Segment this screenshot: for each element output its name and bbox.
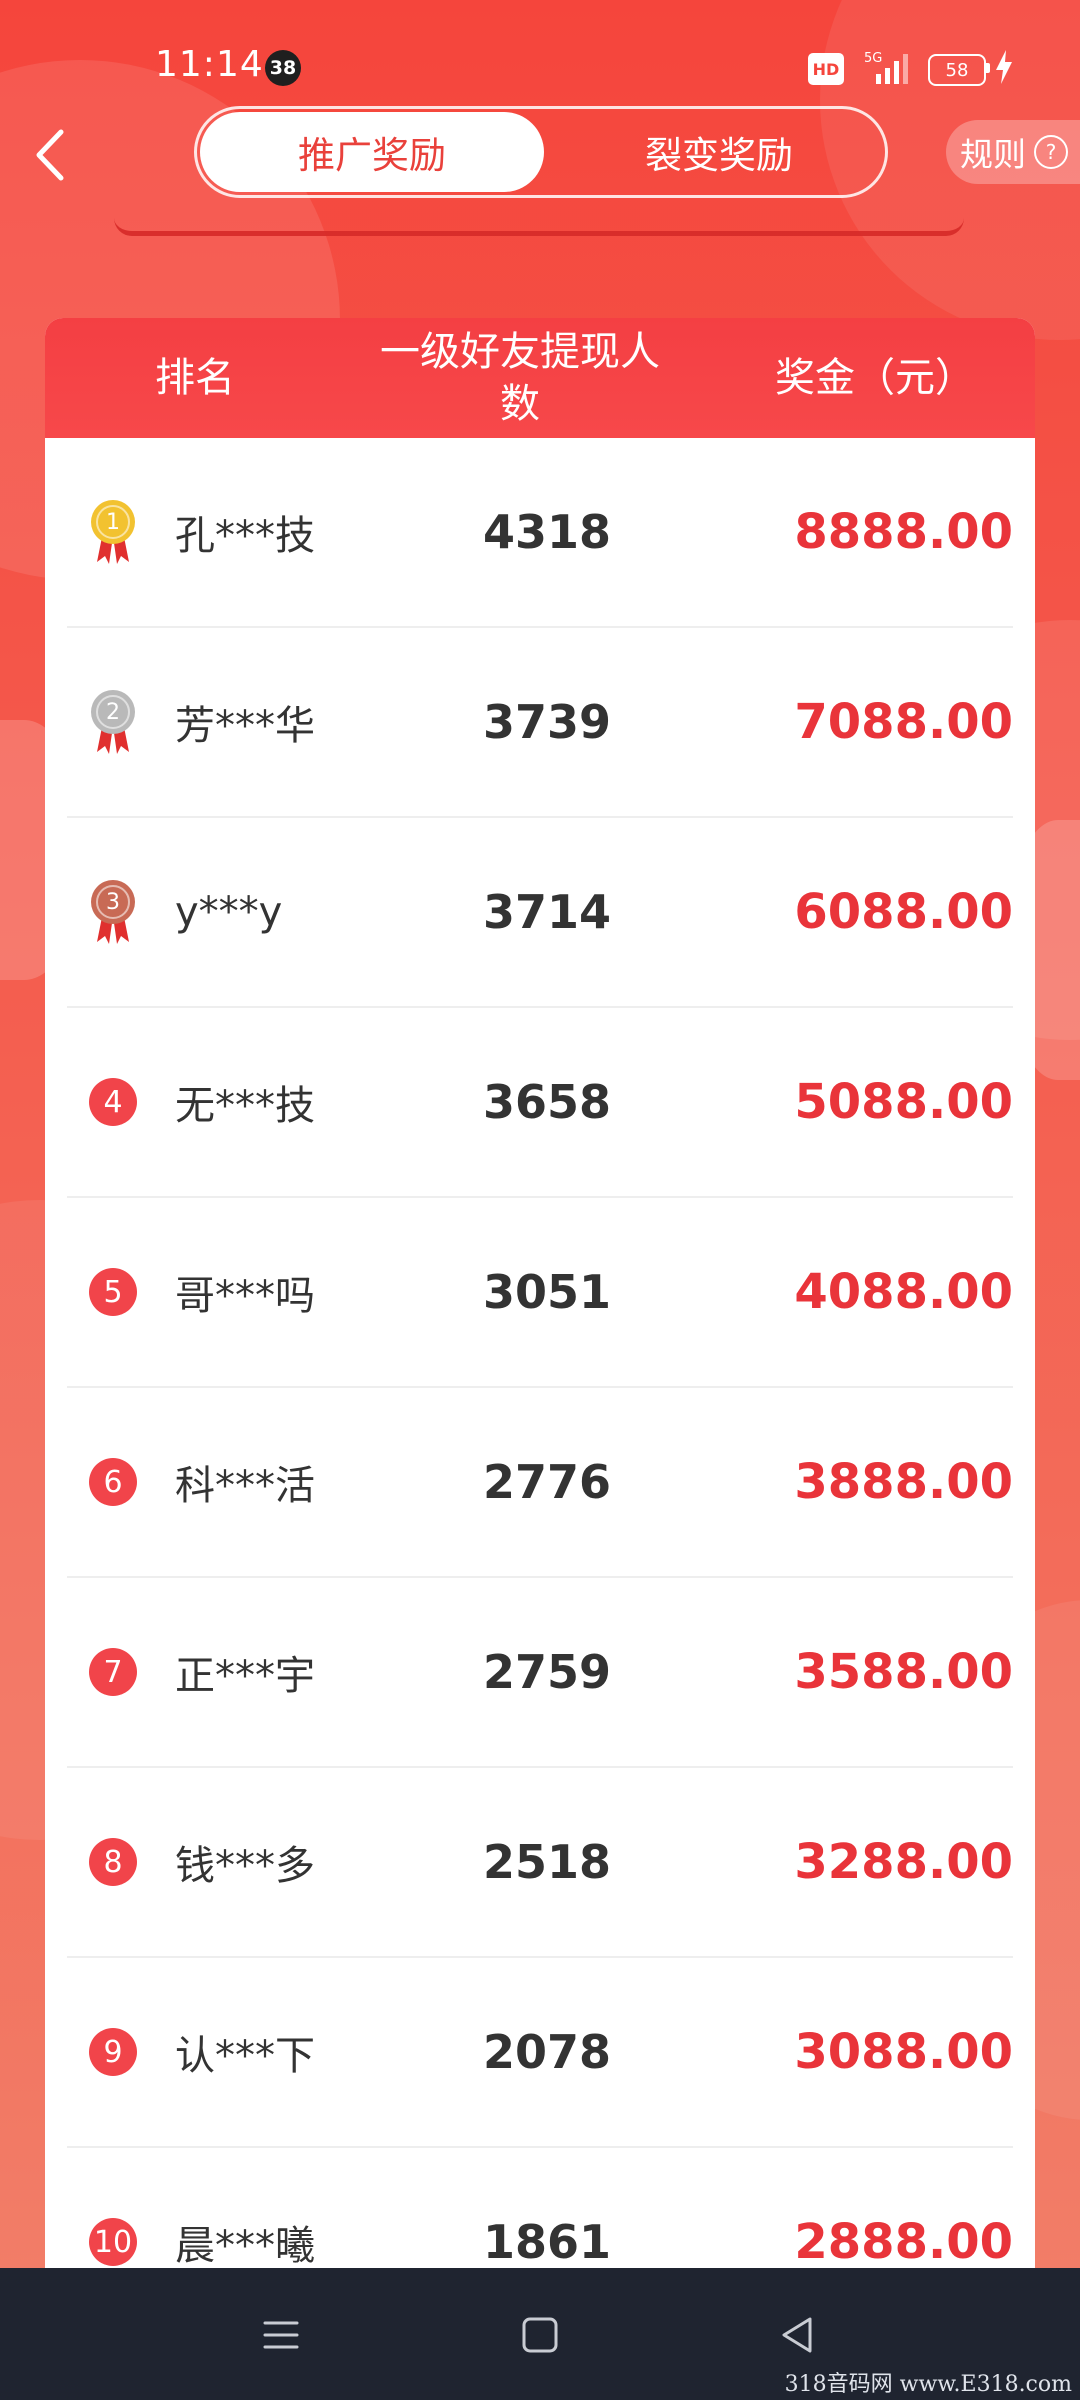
user-name: 认***下 (175, 2033, 315, 2079)
friend-count: 3658 (482, 1075, 612, 1129)
bonus-amount: 3088.00 (794, 2024, 1013, 2080)
friend-count: 2518 (482, 1835, 612, 1889)
rank-number: 10 (89, 2218, 137, 2266)
user-name: 孔***技 (175, 513, 315, 559)
system-back-button[interactable] (762, 2300, 832, 2370)
svg-text:1: 1 (106, 510, 120, 535)
recent-apps-button[interactable] (246, 2300, 316, 2370)
bonus-amount: 3288.00 (794, 1834, 1013, 1890)
user-name: 芳***华 (175, 703, 315, 749)
leaderboard-row: 5 哥***吗 3051 4088.00 (67, 1198, 1013, 1388)
back-triangle-icon (782, 2317, 812, 2353)
leaderboard-header: 排名 一级好友提现人数 奖金（元） (45, 318, 1035, 438)
chevron-left-icon (36, 129, 64, 181)
tab-fission-reward[interactable]: 裂变奖励 (547, 112, 891, 192)
friend-count: 2759 (482, 1645, 612, 1699)
hd-icon: HD (808, 53, 844, 85)
leaderboard-row: 7 正***宇 2759 3588.00 (67, 1578, 1013, 1768)
gold-medal-icon: 1 (77, 496, 149, 568)
home-button[interactable] (505, 2300, 575, 2370)
rank-number: 8 (89, 1838, 137, 1886)
column-header-friend-count: 一级好友提现人数 (380, 329, 660, 427)
user-name: 钱***多 (175, 1843, 315, 1889)
battery-tip (986, 63, 990, 73)
system-nav-bar: 318音码网 www.E318.com (0, 2268, 1080, 2400)
header-divider (114, 218, 964, 236)
leaderboard-rows: 1 孔***技 4318 8888.00 2 芳***华 3739 7088.00 3 y***y… (45, 438, 1035, 2336)
rank-number: 7 (89, 1648, 137, 1696)
leaderboard-row: 2 芳***华 3739 7088.00 (67, 628, 1013, 818)
leaderboard: 排名 一级好友提现人数 奖金（元） 1 孔***技 4318 8888.00 2 芳***… (45, 318, 1035, 2400)
help-icon: ? (1034, 135, 1068, 169)
rank-number: 6 (89, 1458, 137, 1506)
reward-tab-switch: 推广奖励 裂变奖励 (194, 106, 888, 198)
bonus-amount: 7088.00 (794, 694, 1013, 750)
friend-count: 3714 (482, 885, 612, 939)
silver-medal-icon: 2 (77, 686, 149, 758)
user-name: y***y (175, 889, 283, 935)
user-name: 无***技 (175, 1083, 315, 1129)
rank-number: 4 (89, 1078, 137, 1126)
rules-label: 规则 (960, 135, 1026, 174)
rank-number: 9 (89, 2028, 137, 2076)
bonus-amount: 8888.00 (794, 504, 1013, 560)
svg-text:3: 3 (106, 890, 120, 915)
rank-badge: 7 (77, 1636, 149, 1708)
friend-count: 3051 (482, 1265, 612, 1319)
signal-5g-icon: 5G (864, 51, 908, 84)
svg-text:5G: 5G (864, 51, 882, 66)
menu-icon (263, 2321, 299, 2349)
leaderboard-row: 1 孔***技 4318 8888.00 (67, 438, 1013, 628)
column-header-rank: 排名 (155, 355, 235, 401)
rules-button[interactable]: 规则 ? (946, 120, 1080, 184)
bonus-amount: 3588.00 (794, 1644, 1013, 1700)
status-time: 11:14 (155, 44, 264, 85)
notification-count-badge: 38 (265, 50, 301, 86)
charging-icon (996, 50, 1012, 84)
rank-badge: 6 (77, 1446, 149, 1518)
battery-icon: 58 (928, 54, 986, 86)
user-name: 正***宇 (175, 1653, 315, 1699)
bonus-amount: 3888.00 (794, 1454, 1013, 1510)
watermark: 318音码网 www.E318.com (784, 2372, 1072, 2397)
bonus-amount: 6088.00 (794, 884, 1013, 940)
rank-badge: 5 (77, 1256, 149, 1328)
friend-count: 3739 (482, 695, 612, 749)
bonus-amount: 4088.00 (794, 1264, 1013, 1320)
bonus-amount: 5088.00 (794, 1074, 1013, 1130)
app-screen: 11:14 38 HD 5G 58 推广奖励 裂变奖励 规则 ? 排名 一级好友… (0, 0, 1080, 2400)
user-name: 科***活 (175, 1463, 315, 1509)
friend-count: 2776 (482, 1455, 612, 1509)
friend-count: 4318 (482, 505, 612, 559)
rank-badge: 8 (77, 1826, 149, 1898)
rank-badge: 4 (77, 1066, 149, 1138)
friend-count: 2078 (482, 2025, 612, 2079)
leaderboard-row: 6 科***活 2776 3888.00 (67, 1388, 1013, 1578)
leaderboard-row: 3 y***y 3714 6088.00 (67, 818, 1013, 1008)
back-button[interactable] (20, 120, 80, 190)
column-header-bonus: 奖金（元） (775, 355, 975, 401)
leaderboard-row: 4 无***技 3658 5088.00 (67, 1008, 1013, 1198)
bronze-medal-icon: 3 (77, 876, 149, 948)
svg-text:2: 2 (106, 700, 120, 725)
leaderboard-row: 9 认***下 2078 3088.00 (67, 1958, 1013, 2148)
home-square-icon (522, 2317, 558, 2353)
leaderboard-row: 8 钱***多 2518 3288.00 (67, 1768, 1013, 1958)
rank-badge: 9 (77, 2016, 149, 2088)
tab-promotion-reward[interactable]: 推广奖励 (200, 112, 544, 192)
user-name: 哥***吗 (175, 1273, 315, 1319)
rank-number: 5 (89, 1268, 137, 1316)
